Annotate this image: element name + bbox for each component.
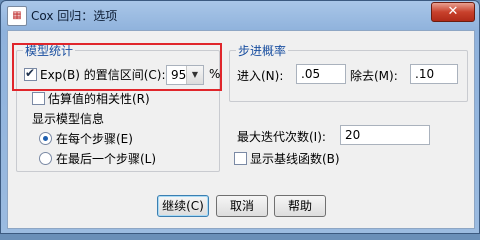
radio-each-step-label: 在每个步骤(E) [56,132,133,146]
cancel-button[interactable]: 取消 [216,195,268,217]
exp-ci-checkbox[interactable] [24,66,37,81]
entry-probability-input[interactable]: .05 [296,64,346,84]
spss-app-icon: ▦ [7,6,27,26]
radio-each-step[interactable] [39,132,52,145]
removal-probability-input[interactable]: .10 [410,64,458,84]
close-button[interactable]: ✕ [431,2,475,22]
correlation-label: 估算值的相关性(R) [48,92,150,106]
title-bar[interactable]: ▦ Cox 回归：选项 ✕ [1,1,479,29]
continue-button[interactable]: 继续(C) [157,195,209,217]
dialog-body: 模型统计 Exp(B) 的置信区间(C): 95 ▼ % 估算值的相关性(R) … [7,30,475,229]
removal-label: 除去(M): [350,69,398,83]
entry-label: 进入(N): [237,69,284,83]
ci-level-combo[interactable]: 95 ▼ [166,65,204,85]
stepwise-probability-legend: 步进概率 [238,44,287,58]
max-iterations-label: 最大迭代次数(I): [237,130,326,144]
baseline-function-label: 显示基线函数(B) [250,152,340,166]
chevron-down-icon[interactable]: ▼ [186,66,203,84]
options-dialog: ▦ Cox 回归：选项 ✕ 模型统计 Exp(B) 的置信区间(C): 95 ▼… [0,0,480,234]
window-title: Cox 回归：选项 [31,9,118,23]
radio-last-step[interactable] [39,152,52,165]
correlation-checkbox[interactable] [32,92,45,105]
ci-level-value: 95 [171,68,187,82]
baseline-function-checkbox[interactable] [234,152,247,165]
ci-percent-unit: % [209,67,221,81]
display-model-info-label: 显示模型信息 [32,112,105,126]
model-statistics-legend: 模型统计 [25,44,74,58]
help-button[interactable]: 帮助 [274,195,326,217]
radio-last-step-label: 在最后一个步骤(L) [56,152,157,166]
exp-ci-label: Exp(B) 的置信区间(C): [40,68,166,82]
max-iterations-input[interactable]: 20 [340,125,430,145]
